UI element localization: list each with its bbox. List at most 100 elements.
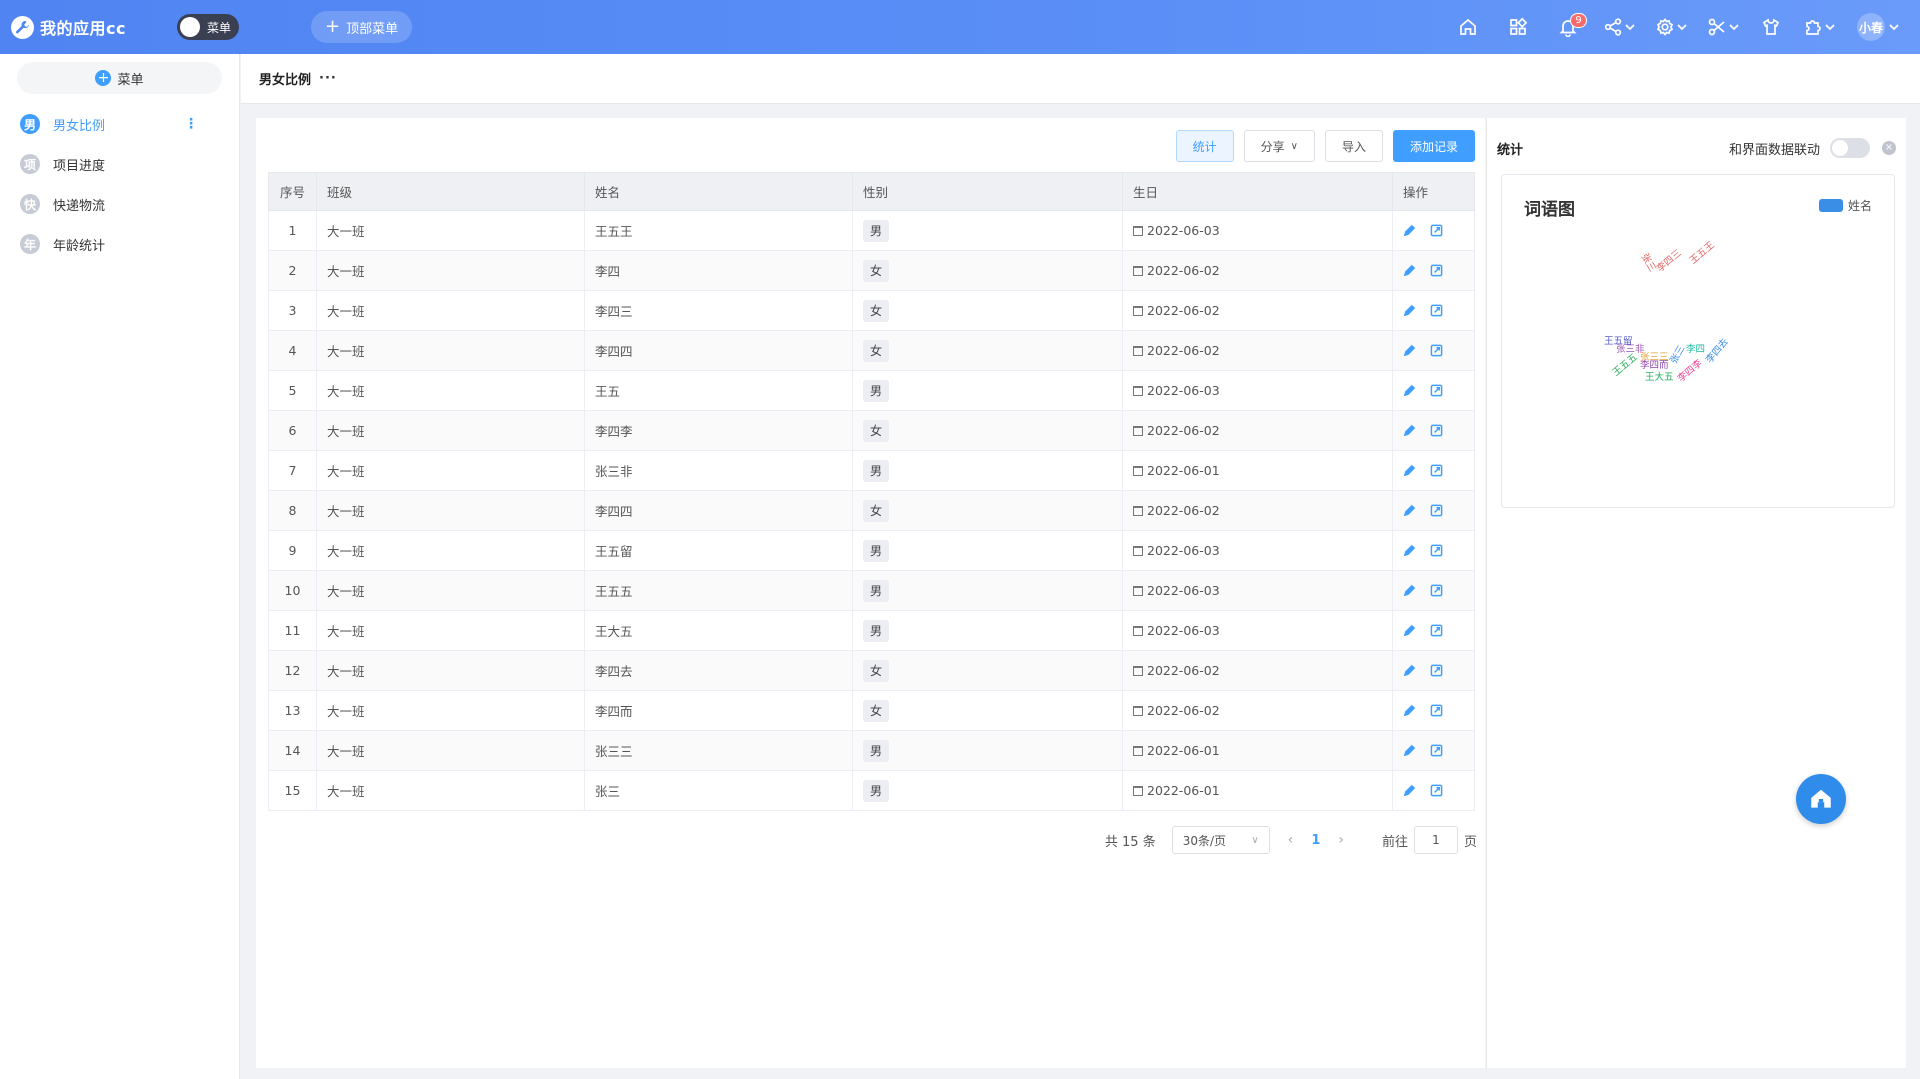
- menu-toggle-switch[interactable]: 菜单: [177, 14, 239, 40]
- sidebar-item-gender-ratio[interactable]: 男 男女比例 ⋮: [0, 104, 239, 144]
- more-vertical-icon[interactable]: ⋮: [184, 116, 198, 132]
- home-fab-button[interactable]: [1796, 774, 1846, 824]
- next-page-icon[interactable]: ›: [1338, 832, 1344, 848]
- edit-pencil-icon[interactable]: [1403, 424, 1416, 437]
- name-cell: 王五留: [584, 530, 853, 571]
- detail-open-icon[interactable]: [1430, 624, 1443, 637]
- detail-open-icon[interactable]: [1430, 544, 1443, 557]
- table-row[interactable]: 3 大一班 李四三女 2022-06-02: [268, 290, 1475, 331]
- goto-page-input[interactable]: 1: [1413, 826, 1458, 854]
- plugin-puzzle-icon[interactable]: [1793, 0, 1845, 54]
- word-cloud-word[interactable]: 王五王: [1686, 237, 1717, 267]
- current-page[interactable]: 1: [1311, 833, 1320, 848]
- table-row[interactable]: 14 大一班 张三三男 2022-06-01: [268, 730, 1475, 771]
- detail-open-icon[interactable]: [1430, 224, 1443, 237]
- top-menu-button[interactable]: + 顶部菜单: [311, 11, 413, 43]
- tools-scissors-icon[interactable]: [1697, 0, 1749, 54]
- close-icon[interactable]: ×: [1882, 141, 1896, 155]
- table-row[interactable]: 6 大一班 李四李女 2022-06-02: [268, 410, 1475, 451]
- edit-pencil-icon[interactable]: [1403, 464, 1416, 477]
- name-cell: 李四四: [584, 330, 853, 371]
- word-cloud-word[interactable]: 王大五: [1645, 369, 1674, 383]
- column-header[interactable]: 姓名: [584, 172, 853, 211]
- detail-open-icon[interactable]: [1430, 464, 1443, 477]
- word-cloud-card: 词语图 姓名 张三 李四三 王五王 王五留 张三非 王五五 张三三 李四而 张三 李四 李四去 李四李…: [1501, 174, 1895, 508]
- table-row[interactable]: 5 大一班 王五男 2022-06-03: [268, 370, 1475, 411]
- table-row[interactable]: 15 大一班 张三男 2022-06-01: [268, 770, 1475, 811]
- detail-open-icon[interactable]: [1430, 784, 1443, 797]
- detail-open-icon[interactable]: [1430, 584, 1443, 597]
- edit-pencil-icon[interactable]: [1403, 344, 1416, 357]
- table-row[interactable]: 10 大一班 王五五男 2022-06-03: [268, 570, 1475, 611]
- brand[interactable]: 我的应用cc: [11, 15, 161, 39]
- edit-pencil-icon[interactable]: [1403, 784, 1416, 797]
- column-header[interactable]: 生日: [1122, 172, 1393, 211]
- detail-open-icon[interactable]: [1430, 264, 1443, 277]
- edit-pencil-icon[interactable]: [1403, 624, 1416, 637]
- detail-open-icon[interactable]: [1430, 744, 1443, 757]
- birthday-cell: 2022-06-03: [1122, 210, 1393, 251]
- detail-open-icon[interactable]: [1430, 424, 1443, 437]
- share-menu-icon[interactable]: [1593, 0, 1645, 54]
- notification-bell-icon[interactable]: 9: [1543, 0, 1593, 54]
- add-record-button[interactable]: 添加记录: [1392, 130, 1475, 162]
- prev-page-icon[interactable]: ‹: [1288, 832, 1294, 848]
- birthday-value: 2022-06-02: [1147, 423, 1220, 438]
- table-row[interactable]: 4 大一班 李四四女 2022-06-02: [268, 330, 1475, 371]
- table-row[interactable]: 12 大一班 李四去女 2022-06-02: [268, 650, 1475, 691]
- edit-pencil-icon[interactable]: [1403, 384, 1416, 397]
- sidebar-item-express-logistics[interactable]: 快 快递物流: [0, 184, 239, 224]
- detail-open-icon[interactable]: [1430, 504, 1443, 517]
- apps-grid-icon[interactable]: [1493, 0, 1543, 54]
- edit-pencil-icon[interactable]: [1403, 224, 1416, 237]
- detail-open-icon[interactable]: [1430, 344, 1443, 357]
- home-icon[interactable]: [1443, 0, 1493, 54]
- sidebar-menu-button[interactable]: + 菜单: [17, 62, 222, 94]
- table-row[interactable]: 11 大一班 王大五男 2022-06-03: [268, 610, 1475, 651]
- column-header[interactable]: 序号: [268, 172, 317, 211]
- edit-pencil-icon[interactable]: [1403, 704, 1416, 717]
- stats-button[interactable]: 统计: [1175, 130, 1234, 162]
- edit-pencil-icon[interactable]: [1403, 544, 1416, 557]
- sidebar-item-age-stats[interactable]: 年 年龄统计: [0, 224, 239, 264]
- more-horizontal-icon[interactable]: ···: [319, 71, 337, 86]
- table-row[interactable]: 9 大一班 王五留男 2022-06-03: [268, 530, 1475, 571]
- detail-open-icon[interactable]: [1430, 304, 1443, 317]
- table-row[interactable]: 7 大一班 张三非男 2022-06-01: [268, 450, 1475, 491]
- word-cloud-word[interactable]: 王五五: [1609, 349, 1640, 379]
- share-dropdown-button[interactable]: 分享 ∨: [1243, 130, 1315, 162]
- detail-open-icon[interactable]: [1430, 704, 1443, 717]
- detail-open-icon[interactable]: [1430, 664, 1443, 677]
- birthday-value: 2022-06-02: [1147, 343, 1220, 358]
- edit-pencil-icon[interactable]: [1403, 304, 1416, 317]
- page-suffix: 页: [1463, 834, 1477, 850]
- actions-cell: [1392, 770, 1475, 811]
- word-cloud-word[interactable]: 李四三: [1653, 245, 1684, 275]
- detail-open-icon[interactable]: [1430, 384, 1443, 397]
- actions-cell: [1392, 690, 1475, 731]
- link-data-switch[interactable]: [1830, 138, 1870, 158]
- table-row[interactable]: 2 大一班 李四女 2022-06-02: [268, 250, 1475, 291]
- edit-pencil-icon[interactable]: [1403, 264, 1416, 277]
- word-cloud-word[interactable]: 李四: [1686, 341, 1705, 355]
- class-cell: 大一班: [316, 650, 585, 691]
- class-cell: 大一班: [316, 290, 585, 331]
- column-header[interactable]: 班级: [316, 172, 585, 211]
- word-cloud-word[interactable]: 李四去: [1702, 335, 1731, 366]
- edit-pencil-icon[interactable]: [1403, 664, 1416, 677]
- edit-pencil-icon[interactable]: [1403, 744, 1416, 757]
- table-row[interactable]: 13 大一班 李四而女 2022-06-02: [268, 690, 1475, 731]
- settings-gear-icon[interactable]: [1645, 0, 1697, 54]
- table-row[interactable]: 8 大一班 李四四女 2022-06-02: [268, 490, 1475, 531]
- user-menu[interactable]: 小春: [1857, 13, 1899, 41]
- import-button[interactable]: 导入: [1324, 130, 1383, 162]
- page-size-select[interactable]: 30条/页 ∨: [1171, 826, 1270, 854]
- chart-legend[interactable]: 姓名: [1818, 197, 1872, 214]
- column-header[interactable]: 性别: [852, 172, 1123, 211]
- sidebar-item-project-progress[interactable]: 项 项目进度: [0, 144, 239, 184]
- edit-pencil-icon[interactable]: [1403, 504, 1416, 517]
- class-cell: 大一班: [316, 450, 585, 491]
- theme-shirt-icon[interactable]: [1749, 0, 1793, 54]
- table-row[interactable]: 1 大一班 王五王男 2022-06-03: [268, 210, 1475, 251]
- edit-pencil-icon[interactable]: [1403, 584, 1416, 597]
